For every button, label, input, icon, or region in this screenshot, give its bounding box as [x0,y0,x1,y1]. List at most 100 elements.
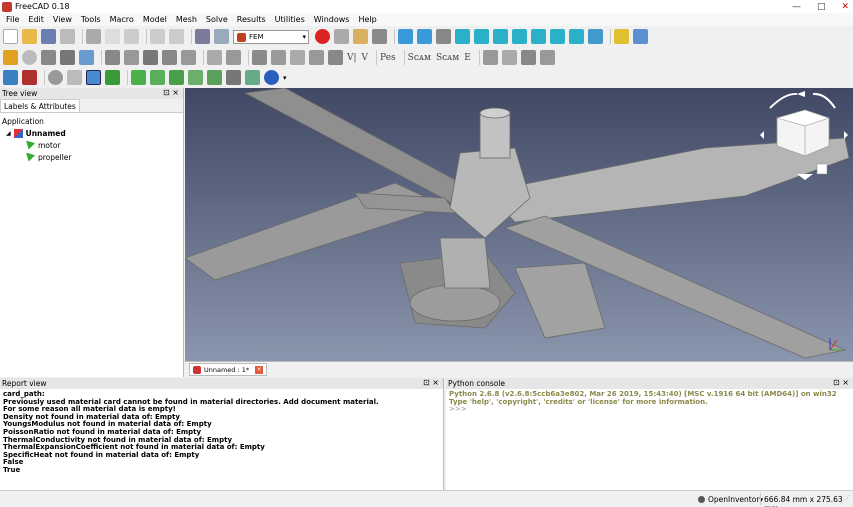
element-geometry-1d-icon[interactable] [105,50,120,65]
3d-viewport[interactable] [185,88,853,361]
save-as-icon[interactable] [60,29,75,44]
mesh-netgen-icon[interactable] [252,50,267,65]
post-data-along-line-icon[interactable] [188,70,203,85]
post-pipeline-icon[interactable] [86,70,101,85]
purge-results-icon[interactable] [48,70,63,85]
constraint-displacement-button[interactable]: V [362,53,369,63]
isometric-view-icon[interactable] [455,29,470,44]
post-warp-icon[interactable] [105,70,120,85]
expand-arrow-icon[interactable]: ◢ [6,130,11,137]
menu-mesh[interactable]: Mesh [176,15,197,24]
constraint-self-weight-button[interactable]: Sᴄᴀᴍ [408,53,431,63]
menu-windows[interactable]: Windows [314,15,350,24]
constraint-initial-temperature-icon[interactable] [501,50,517,65]
edit-macro-icon[interactable] [353,29,368,44]
measure-distance-icon[interactable] [588,29,603,44]
mesh-gmsh-icon[interactable] [271,50,286,65]
console-prompt[interactable]: >>> [449,406,850,414]
show-results-icon[interactable] [67,70,82,85]
mesh-boundary-layer-icon[interactable] [290,50,305,65]
draw-style-icon[interactable] [436,29,451,44]
post-linearized-stresses-icon[interactable] [207,70,222,85]
report-log[interactable]: card_path: Previously used material card… [0,389,443,477]
solid-material-icon[interactable] [22,50,37,65]
tree-document-row[interactable]: ◢ Unnamed [2,127,181,139]
post-clip-region-icon[interactable] [131,70,146,85]
chevron-down-icon[interactable]: ▾ [283,74,287,82]
menu-solve[interactable]: Solve [206,15,228,24]
resize-grip-icon[interactable]: ⋰ [844,494,851,502]
rear-view-icon[interactable] [531,29,546,44]
python-console-output[interactable]: Python 2.6.8 (v2.6.8:5ccb6a3e802, Mar 26… [446,389,853,416]
post-sphere-function-icon[interactable] [264,70,279,85]
panel-float-close-buttons[interactable]: ⊡ × [163,88,179,97]
tab-labels-attributes[interactable]: Labels & Attributes [0,99,80,112]
menu-view[interactable]: View [53,15,72,24]
top-view-icon[interactable] [493,29,508,44]
material-reinforced-icon[interactable] [79,50,94,65]
post-create-function-icon[interactable] [245,70,260,85]
record-macro-icon[interactable] [315,29,330,44]
open-folder-icon[interactable] [22,29,37,44]
whats-this-icon[interactable] [214,29,229,44]
propeller-model[interactable] [185,88,853,361]
fluid-section-icon[interactable] [181,50,196,65]
left-view-icon[interactable] [569,29,584,44]
constraint-temperature-icon[interactable] [482,50,498,65]
post-cut-function-icon[interactable] [169,70,184,85]
mesh-region-icon[interactable] [309,50,324,65]
constraint-body-heat-icon[interactable] [520,50,536,65]
tab-unnamed-document[interactable]: Unnamed : 1* × [189,363,267,376]
copy-icon[interactable] [105,29,120,44]
bottom-view-icon[interactable] [550,29,565,44]
fit-selection-icon[interactable] [417,29,432,44]
post-data-at-point-icon[interactable] [226,70,241,85]
solver-calculix-icon[interactable] [3,70,18,85]
panel-float-close-buttons[interactable]: ⊡ × [833,378,849,387]
part-icon[interactable] [614,29,629,44]
material-editor-icon[interactable] [60,50,75,65]
tree-item-propeller[interactable]: propeller [2,151,181,163]
menu-macro[interactable]: Macro [110,15,134,24]
solver-elmer-icon[interactable] [22,70,37,85]
constraint-heatflux-button[interactable]: E [464,53,471,63]
maximize-button[interactable]: □ [817,2,826,12]
group-folder-icon[interactable] [633,29,648,44]
constraint-tie-icon[interactable] [226,50,241,65]
beam-section-icon[interactable] [143,50,158,65]
fluid-material-icon[interactable] [41,50,56,65]
panel-float-close-buttons[interactable]: ⊡ × [423,378,439,387]
front-view-icon[interactable] [474,29,489,44]
menu-model[interactable]: Model [143,15,167,24]
shell-thickness-icon[interactable] [162,50,177,65]
menu-results[interactable]: Results [237,15,266,24]
redo-icon[interactable] [169,29,184,44]
navigation-style-select[interactable]: OpenInventor ▾ [698,495,763,504]
paste-icon[interactable] [124,29,139,44]
constraint-pressure-button[interactable]: Pes [380,53,396,63]
new-document-icon[interactable] [3,29,18,44]
menu-file[interactable]: File [6,15,19,24]
close-tab-icon[interactable]: × [255,366,263,374]
undo-icon[interactable] [150,29,165,44]
menu-tools[interactable]: Tools [81,15,101,24]
constraint-fixed-button[interactable]: V| [347,53,357,63]
menu-edit[interactable]: Edit [28,15,44,24]
analysis-icon[interactable] [3,50,18,65]
minimize-button[interactable]: — [792,2,801,12]
post-scalar-clip-icon[interactable] [150,70,165,85]
stop-macro-icon[interactable] [334,29,349,44]
element-rotation-icon[interactable] [124,50,139,65]
close-window-button[interactable]: ✕ [841,2,849,12]
constraint-contact-icon[interactable] [207,50,222,65]
tree-item-motor[interactable]: motor [2,139,181,151]
save-icon[interactable] [41,29,56,44]
constraint-transform-icon[interactable] [539,50,555,65]
menu-utilities[interactable]: Utilities [275,15,305,24]
right-view-icon[interactable] [512,29,527,44]
constraint-force-button[interactable]: Sᴄᴀᴍ [436,53,459,63]
mesh-group-icon[interactable] [328,50,343,65]
menu-help[interactable]: Help [358,15,376,24]
run-macro-icon[interactable] [372,29,387,44]
refresh-icon[interactable] [195,29,210,44]
